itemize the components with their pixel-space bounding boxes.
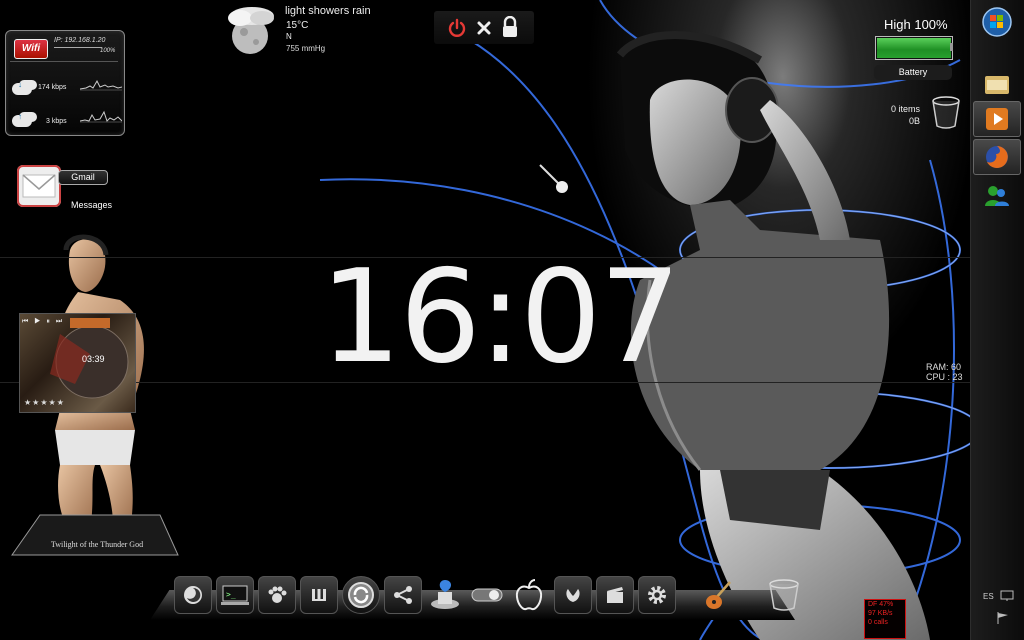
recycle-bin-items: 0 items [890, 104, 920, 114]
player-rating[interactable]: ★★★★★ [24, 398, 65, 407]
wiki-icon[interactable] [300, 576, 338, 614]
flag-icon[interactable] [996, 612, 1010, 624]
firefox-icon[interactable] [973, 139, 1021, 175]
battery-terminal [950, 43, 953, 51]
wifi-signal-percent: 100% [100, 48, 116, 54]
upload-icon: ↑ [12, 111, 36, 127]
refresh-icon[interactable] [342, 576, 380, 614]
wifi-logo: Wifi [14, 39, 48, 59]
cloud-moon-icon [228, 7, 274, 54]
battery-label: Battery [874, 65, 952, 80]
messenger-icon[interactable] [973, 178, 1021, 214]
download-graph [80, 79, 122, 91]
recycle-bin-size: 0B [908, 116, 920, 126]
player-controls[interactable]: ⏮ ▶ ⏸ ⏭ [22, 318, 64, 326]
trash-icon[interactable] [765, 576, 803, 614]
wifi-divider [10, 61, 118, 62]
guitar-icon[interactable] [700, 576, 738, 614]
recycle-bin-icon[interactable] [931, 96, 961, 130]
power-bar [434, 11, 534, 44]
weather-condition: light showers rain [285, 5, 371, 17]
upload-speed: 3 kbps [46, 118, 67, 125]
meter-line: DF 47% [868, 601, 894, 608]
finder-icon[interactable] [426, 576, 464, 614]
meter-line: 97 KB/s [868, 610, 893, 617]
windows-start-icon[interactable] [973, 4, 1021, 40]
battery-title: High 100% [884, 17, 948, 32]
flower-icon[interactable] [554, 576, 592, 614]
close-icon[interactable] [476, 20, 492, 36]
weather-pressure: 755 mmHg [286, 44, 326, 53]
upload-graph [80, 110, 122, 123]
gmail-messages-label: Messages [71, 200, 113, 210]
ram-usage: RAM: 60 [926, 362, 962, 372]
clock-time: 16:07 [320, 243, 681, 392]
firefox-icon[interactable] [174, 576, 212, 614]
battery-meter [875, 36, 953, 60]
paw-icon[interactable] [258, 576, 296, 614]
player-time: 03:39 [82, 354, 105, 364]
battery-fill [877, 38, 951, 58]
cpu-usage: CPU : 23 [926, 372, 963, 382]
gmail-button[interactable]: Gmail [58, 170, 108, 185]
meter-line: 0 calls [868, 619, 888, 626]
monitor-icon[interactable] [1000, 590, 1014, 602]
power-icon[interactable] [447, 18, 467, 38]
apple-icon[interactable] [510, 576, 548, 614]
wifi-ip: IP: 192.168.1.20 [54, 37, 106, 44]
clapper-icon[interactable] [596, 576, 634, 614]
terminal-icon[interactable]: >_ [216, 576, 254, 614]
media-player-icon[interactable] [973, 101, 1021, 137]
download-icon: ↓ [12, 79, 36, 95]
weather-temperature: 15°C [286, 20, 309, 31]
mail-icon[interactable] [17, 165, 61, 207]
network-meter: DF 47% 97 KB/s 0 calls [864, 599, 906, 639]
weather-wind-direction: N [286, 32, 292, 41]
track-title: Twilight of the Thunder God [50, 540, 144, 549]
wifi-signal-bar [54, 47, 102, 48]
language-indicator[interactable]: ES [983, 592, 994, 601]
gear-icon[interactable] [638, 576, 676, 614]
svg-text:>_: >_ [226, 590, 236, 599]
lock-icon[interactable] [501, 16, 519, 38]
switch-icon[interactable] [468, 576, 506, 614]
folder-icon[interactable] [973, 66, 1021, 102]
wifi-widget[interactable]: Wifi IP: 192.168.1.20 100% ↓ 174 kbps ↑ … [5, 30, 125, 136]
share-icon[interactable] [384, 576, 422, 614]
download-speed: 174 kbps [38, 84, 67, 91]
